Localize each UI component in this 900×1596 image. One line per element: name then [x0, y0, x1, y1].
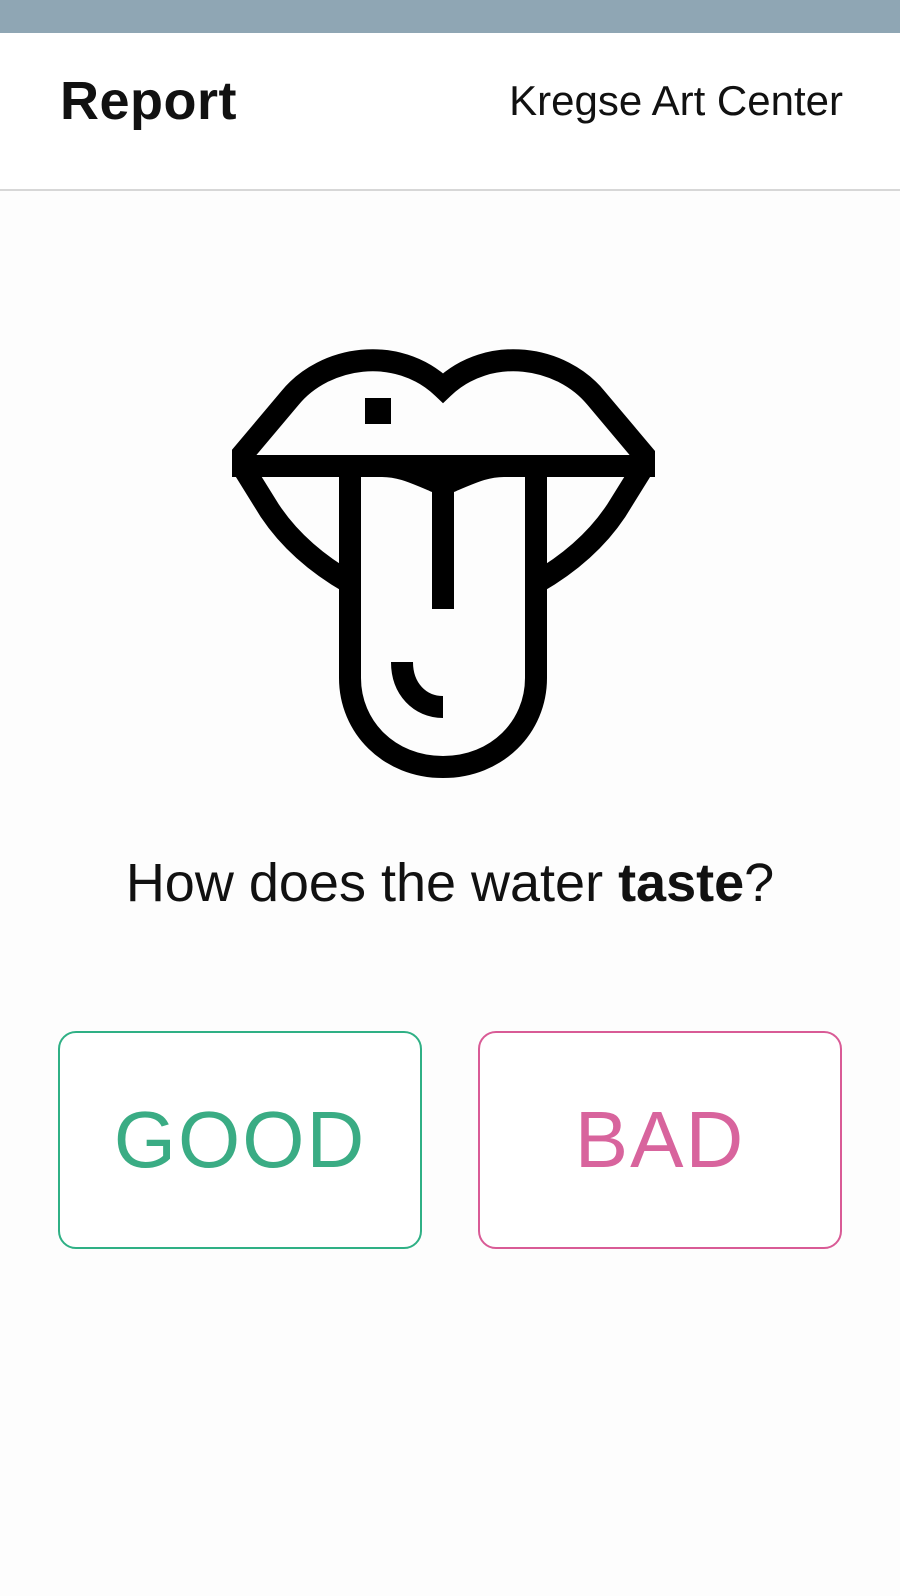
question-text: How does the water taste?	[0, 852, 900, 914]
good-button-label: GOOD	[113, 1095, 367, 1184]
tongue-out-mouth-icon	[232, 349, 655, 779]
question-emphasis: taste	[618, 853, 745, 913]
question-prefix: How does the water	[125, 853, 619, 913]
bad-button-label: BAD	[574, 1095, 746, 1184]
good-button[interactable]: GOOD	[58, 1031, 422, 1249]
location-name: Kregse Art Center	[509, 77, 843, 124]
page-title: Report	[60, 71, 237, 131]
question-suffix: ?	[744, 853, 775, 913]
bad-button[interactable]: BAD	[478, 1031, 842, 1249]
app-header: Report Kregse Art Center	[0, 33, 900, 191]
status-bar	[0, 0, 900, 33]
